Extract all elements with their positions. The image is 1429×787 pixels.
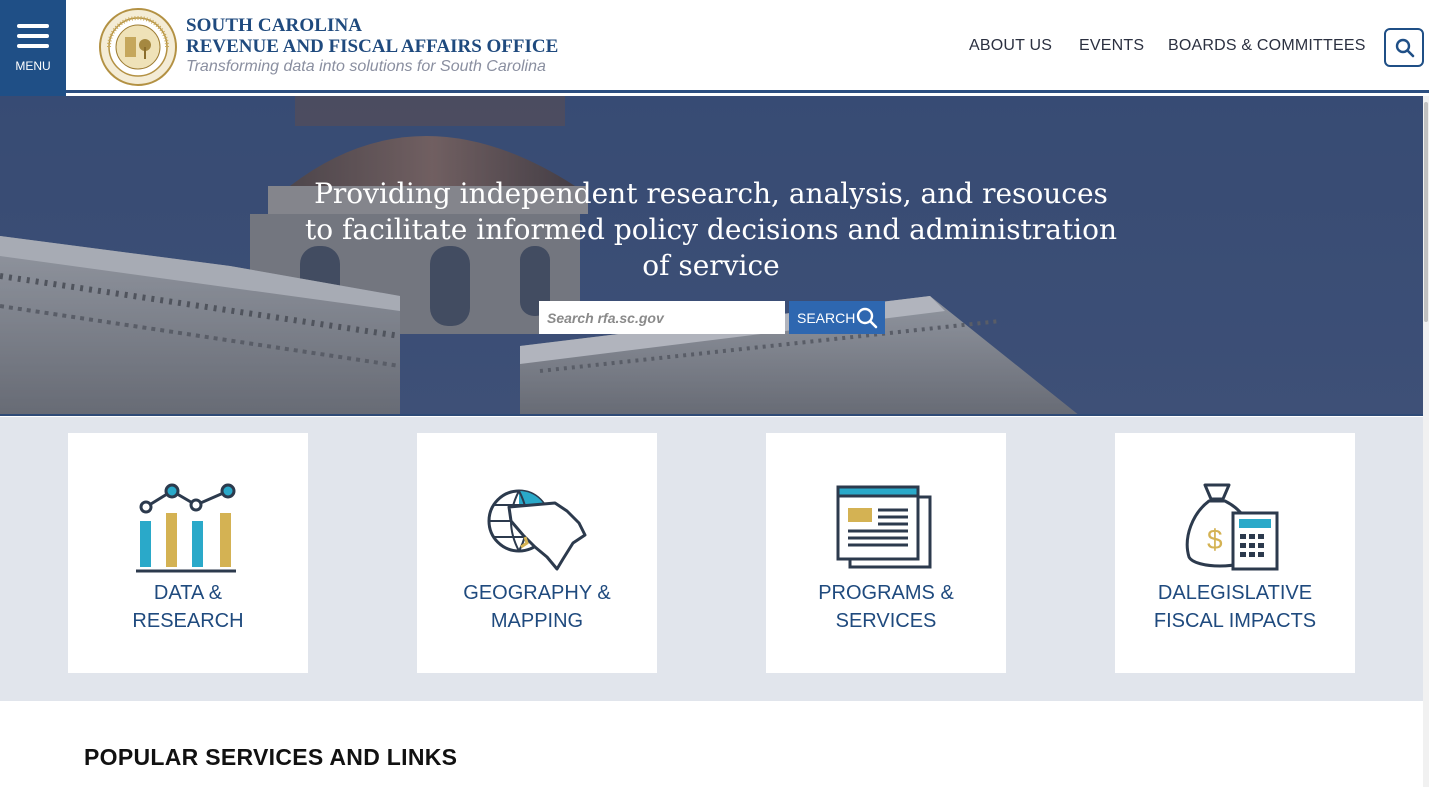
- card-title-line1: DATA &: [153, 582, 223, 604]
- card-title-line2: RESEARCH: [132, 610, 244, 632]
- site-search-input[interactable]: [539, 301, 785, 334]
- search-icon: [856, 307, 878, 329]
- search-button-label: SEARCH: [797, 310, 856, 326]
- card-title: PROGRAMS & SERVICES: [766, 579, 1006, 635]
- svg-text:$: $: [1207, 524, 1223, 555]
- site-header: MENU SOUTH CAROLINA REVENUE AND FISCAL A…: [0, 0, 1429, 96]
- card-legislative-fiscal-impacts[interactable]: $ DALEGISLATIVE FISCAL IMPACTS: [1115, 433, 1355, 673]
- card-data-research[interactable]: DATA & RESEARCH: [68, 433, 308, 673]
- brand-title-line2[interactable]: REVENUE AND FISCAL AFFAIRS OFFICE: [186, 36, 558, 58]
- page-scrollbar[interactable]: [1423, 96, 1429, 787]
- card-title-line2: MAPPING: [490, 610, 584, 632]
- card-title-line1: PROGRAMS &: [818, 582, 954, 604]
- money-bag-calculator-icon: $: [1185, 483, 1279, 571]
- category-cards-band: DATA & RESEARCH GEOGRAPHY & MAPPING PROG…: [0, 417, 1424, 701]
- card-title: GEOGRAPHY & MAPPING: [417, 579, 657, 635]
- hero-banner: Providing independent research, analysis…: [0, 96, 1424, 416]
- nav-about-us[interactable]: ABOUT US: [969, 37, 1052, 55]
- menu-label: MENU: [15, 59, 51, 73]
- nav-events[interactable]: EVENTS: [1079, 37, 1144, 55]
- card-title-line2: FISCAL IMPACTS: [1153, 610, 1317, 632]
- card-title-line1: GEOGRAPHY &: [463, 582, 611, 604]
- site-search-button[interactable]: SEARCH: [789, 301, 885, 334]
- card-title: DATA & RESEARCH: [68, 579, 308, 635]
- popular-services-heading: POPULAR SERVICES AND LINKS: [84, 744, 458, 770]
- card-title-line2: SERVICES: [835, 610, 937, 632]
- card-title: DALEGISLATIVE FISCAL IMPACTS: [1115, 579, 1355, 635]
- brand-title-line1[interactable]: SOUTH CAROLINA: [186, 15, 362, 37]
- search-icon: [1395, 38, 1415, 58]
- menu-button[interactable]: MENU: [0, 0, 66, 96]
- card-title-line1: DALEGISLATIVE: [1157, 582, 1313, 604]
- nav-boards-committees[interactable]: BOARDS & COMMITTEES: [1168, 37, 1366, 55]
- bar-chart-icon: [136, 483, 236, 573]
- globe-map-icon: [487, 489, 587, 571]
- hero-headline: Providing independent research, analysis…: [305, 177, 1117, 282]
- brand-tagline: Transforming data into solutions for Sou…: [186, 58, 546, 75]
- scrollbar-thumb[interactable]: [1424, 102, 1428, 322]
- hamburger-icon: [17, 24, 49, 54]
- state-seal-logo[interactable]: [97, 7, 179, 87]
- card-geography-mapping[interactable]: GEOGRAPHY & MAPPING: [417, 433, 657, 673]
- document-icon: [836, 485, 932, 569]
- card-programs-services[interactable]: PROGRAMS & SERVICES: [766, 433, 1006, 673]
- header-search-button[interactable]: [1384, 28, 1424, 67]
